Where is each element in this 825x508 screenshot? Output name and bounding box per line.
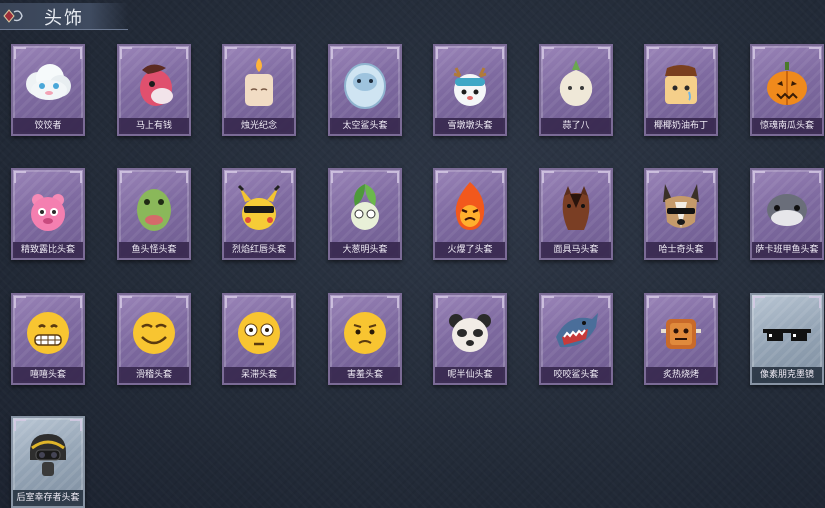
item-label: 精致露比头套 (13, 242, 83, 258)
item-card[interactable]: 滑稽头套 (117, 293, 191, 385)
cloud-face-icon (26, 64, 71, 100)
item-card[interactable]: 烈焰红唇头套 (222, 168, 296, 260)
item-label: 雪墩墩头套 (435, 118, 505, 134)
item-card[interactable]: 烛光纪念 (222, 44, 296, 136)
item-card[interactable]: 精致露比头套 (11, 168, 85, 260)
space-shark-icon (344, 63, 386, 109)
item-label: 呢半仙头套 (435, 367, 505, 383)
item-card[interactable]: 火爆了头套 (433, 168, 507, 260)
item-label: 后室幸存者头套 (13, 490, 83, 506)
item-label: 马上有钱 (119, 118, 189, 134)
item-card[interactable]: 面具马头套 (539, 168, 613, 260)
shark-bite-icon (556, 313, 598, 348)
item-card[interactable]: 呆滞头套 (222, 293, 296, 385)
item-card[interactable]: 椰椰奶油布丁 (644, 44, 718, 136)
item-card[interactable]: 后室幸存者头套 (11, 416, 85, 508)
item-label: 炙热烧烤 (646, 367, 716, 383)
item-label: 惊魂南瓜头套 (752, 118, 822, 134)
item-card[interactable]: 萨卡班甲鱼头套 (750, 168, 824, 260)
item-label: 咬咬鲨头套 (541, 367, 611, 383)
item-label: 面具马头套 (541, 242, 611, 258)
item-card[interactable]: 炙热烧烤 (644, 293, 718, 385)
item-label: 火爆了头套 (435, 242, 505, 258)
bok-choy-icon (351, 184, 379, 230)
item-card[interactable]: 像素朋克墨镜 (750, 293, 824, 385)
item-label: 烛光纪念 (224, 118, 294, 134)
item-card[interactable]: 蒜了八 (539, 44, 613, 136)
husky-icon (663, 184, 699, 228)
item-label: 烈焰红唇头套 (224, 242, 294, 258)
armored-fish-icon (767, 194, 807, 226)
item-card[interactable]: 呢半仙头套 (433, 293, 507, 385)
fish-head-icon (137, 189, 171, 231)
gas-mask-helmet-icon (30, 434, 66, 476)
item-card[interactable]: 大葱明头套 (328, 168, 402, 260)
panda-icon (449, 314, 491, 352)
item-card[interactable]: 咬咬鲨头套 (539, 293, 613, 385)
item-card[interactable]: 害羞头套 (328, 293, 402, 385)
item-label: 大葱明头套 (330, 242, 400, 258)
item-card[interactable]: 嘻嘻头套 (11, 293, 85, 385)
item-label: 嘻嘻头套 (13, 367, 83, 383)
item-card[interactable]: 马上有钱 (117, 44, 191, 136)
garlic-icon (559, 60, 593, 106)
item-card[interactable]: 哈士奇头套 (644, 168, 718, 260)
item-card[interactable]: 太空鲨头套 (328, 44, 402, 136)
item-card[interactable]: 惊魂南瓜头套 (750, 44, 824, 136)
pink-blob-icon (31, 194, 65, 231)
item-label: 鱼头怪头套 (119, 242, 189, 258)
pudding-icon (665, 65, 697, 104)
item-card[interactable]: 雪墩墩头套 (433, 44, 507, 136)
horse-mask-icon (562, 186, 590, 230)
snow-deer-icon (453, 67, 487, 106)
accessory-grid: 饺饺者 马上有钱 烛光纪念 太空鲨头套 雪墩墩头套 蒜了八 椰椰奶油布丁 惊魂南… (0, 0, 825, 508)
pixel-sunglasses-icon (763, 329, 811, 341)
pumpkin-icon (767, 62, 807, 105)
fire-spirit-icon (455, 182, 485, 230)
item-label: 呆滞头套 (224, 367, 294, 383)
item-label: 滑稽头套 (119, 367, 189, 383)
item-label: 像素朋克墨镜 (752, 367, 822, 383)
smirk-emoji-icon (133, 312, 175, 354)
pikachu-shades-icon (237, 184, 281, 230)
item-label: 萨卡班甲鱼头套 (752, 242, 822, 258)
item-label: 蒜了八 (541, 118, 611, 134)
candle-icon (245, 58, 273, 106)
item-label: 哈士奇头套 (646, 242, 716, 258)
item-label: 太空鲨头套 (330, 118, 400, 134)
item-card[interactable]: 饺饺者 (11, 44, 85, 136)
item-card[interactable]: 鱼头怪头套 (117, 168, 191, 260)
dazed-emoji-icon (238, 312, 280, 354)
toast-icon (661, 319, 701, 349)
item-label: 椰椰奶油布丁 (646, 118, 716, 134)
shy-emoji-icon (344, 312, 386, 354)
grin-emoji-icon (27, 312, 69, 354)
item-label: 饺饺者 (13, 118, 83, 134)
item-label: 害羞头套 (330, 367, 400, 383)
horse-head-icon (140, 64, 173, 106)
